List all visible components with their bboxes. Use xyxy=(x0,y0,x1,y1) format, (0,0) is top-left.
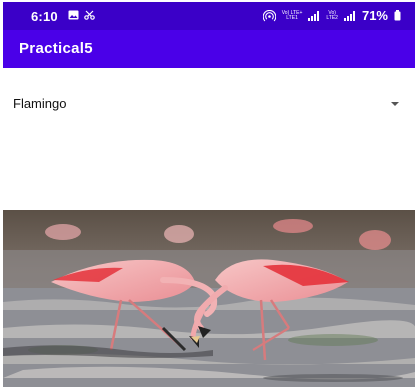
status-right-area: Vo) LTE+ LTE1 Vo) LTE2 71% xyxy=(262,8,401,23)
network-label-sim1: Vo) LTE+ LTE1 xyxy=(281,9,303,21)
signal-icon xyxy=(343,10,355,21)
signal-icon xyxy=(308,10,320,21)
app-screen: 6:10 Vo) LTE+ LTE1 Vo) LTE2 71% Practica… xyxy=(3,2,415,387)
scissors-icon xyxy=(84,10,95,20)
battery-icon xyxy=(394,10,401,21)
status-left-icons xyxy=(68,10,95,20)
status-time: 6:10 xyxy=(31,9,58,24)
animal-spinner[interactable]: Flamingo xyxy=(3,88,415,120)
hotspot-icon xyxy=(262,9,276,21)
network-label-sim2: Vo) LTE2 xyxy=(326,9,338,21)
app-title: Practical5 xyxy=(19,40,93,57)
battery-percent: 71% xyxy=(361,8,388,23)
spinner-selected-value: Flamingo xyxy=(13,96,67,111)
app-bar: Practical5 xyxy=(3,30,415,68)
dropdown-arrow-icon xyxy=(391,102,399,106)
image-icon xyxy=(68,10,79,20)
flamingo-image xyxy=(3,210,415,387)
status-bar: 6:10 Vo) LTE+ LTE1 Vo) LTE2 71% xyxy=(3,2,415,30)
